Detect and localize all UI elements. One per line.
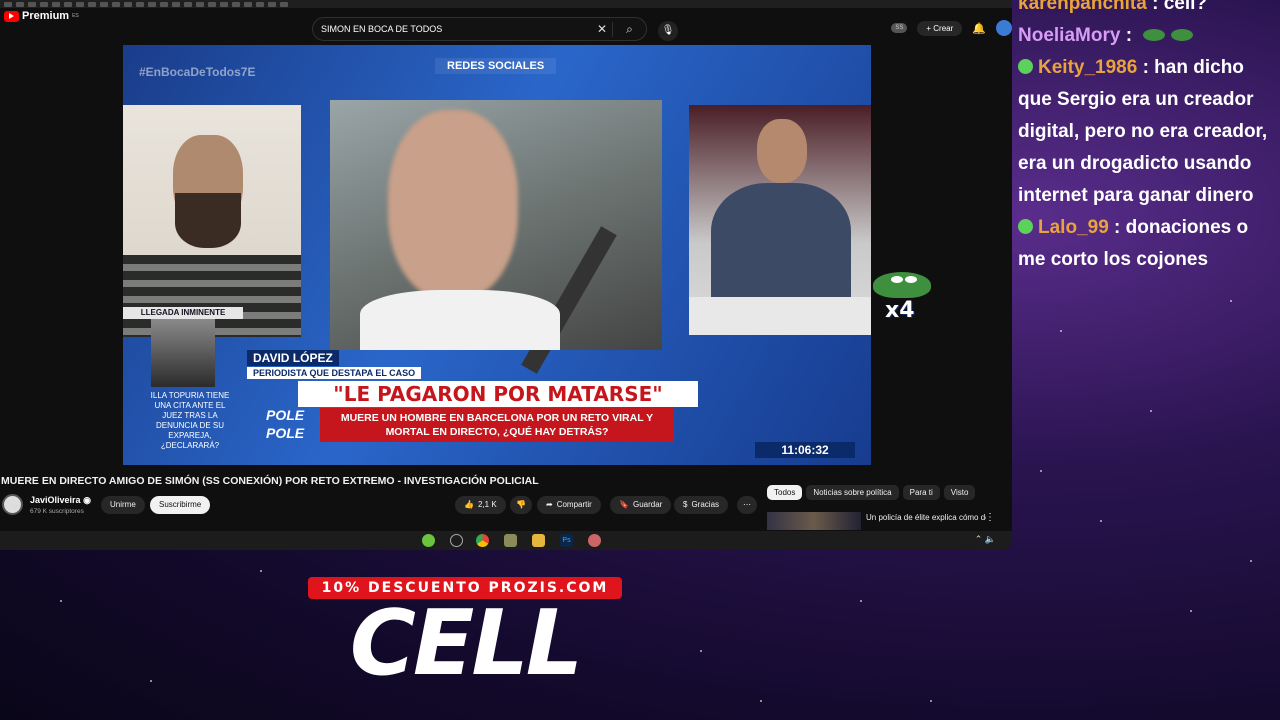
share-icon: ➦ — [546, 500, 553, 509]
youtube-header: SIMON EN BOCA DE TODOS ✕ ⌕ 🎙 SS + Crear … — [0, 12, 1012, 46]
more-actions-icon[interactable]: ⋯ — [737, 496, 757, 514]
stream-chat: karenpanchita : cell? NoeliaMory : Keity… — [1018, 0, 1280, 276]
dislike-button[interactable]: 👎 — [510, 496, 532, 514]
viral-video-panel — [330, 100, 662, 374]
subscriber-badge-icon — [1018, 59, 1033, 74]
broadcast-clock: 11:06:32 — [755, 442, 855, 458]
llegada-text: ILLA TOPURIA TIENE UNA CITA ANTE EL JUEZ… — [150, 391, 230, 450]
guest-name: DAVID LÓPEZ — [247, 350, 339, 366]
video-player[interactable]: #EnBocaDeTodos7E REDES SOCIALES LLEGADA … — [123, 45, 871, 465]
video-hashtag: #EnBocaDeTodos7E — [139, 65, 256, 79]
frog-emote-icon — [1143, 29, 1166, 41]
news-headline: "LE PAGARON POR MATARSE" — [298, 381, 698, 407]
chat-message: karenpanchita : cell? — [1018, 0, 1280, 20]
chat-username[interactable]: karenpanchita — [1018, 0, 1147, 14]
promo-command: CELL — [349, 591, 583, 696]
subscriber-badge-icon — [1018, 219, 1033, 234]
thanks-icon: $ — [683, 500, 688, 509]
recommended-more-icon[interactable]: ⋮ — [985, 512, 995, 523]
emote-multiplier: x4 — [885, 298, 915, 323]
anchor-panel — [689, 105, 871, 335]
chat-text: : han dicho que Sergio era un creador di… — [1018, 57, 1268, 206]
search-box[interactable]: SIMON EN BOCA DE TODOS ✕ ⌕ — [312, 17, 647, 41]
recommended-video[interactable]: Un policía de élite explica cómo detener… — [767, 512, 997, 530]
guest-camera-panel — [123, 105, 301, 337]
chat-text: : — [1125, 25, 1133, 46]
like-button[interactable]: 👍 2,1 K — [455, 496, 506, 514]
share-button[interactable]: ➦ Compartir — [537, 496, 601, 514]
header-badge: SS — [891, 23, 908, 33]
chat-message: Keity_1986 : han dicho que Sergio era un… — [1018, 52, 1280, 212]
related-filter-chips: Todos Noticias sobre política Para ti Vi… — [767, 485, 976, 500]
recommended-thumbnail[interactable] — [767, 512, 861, 530]
thumbs-up-icon: 👍 — [464, 500, 474, 509]
chat-username[interactable]: Lalo_99 — [1038, 217, 1109, 238]
section-label: REDES SOCIALES — [435, 58, 557, 74]
taskbar-app-icon[interactable] — [450, 534, 463, 547]
thanks-button[interactable]: $ Gracias — [674, 496, 729, 514]
channel-avatar[interactable] — [2, 494, 23, 515]
taskbar-app-icon[interactable] — [504, 534, 517, 547]
guest-role: PERIODISTA QUE DESTAPA EL CASO — [247, 367, 422, 379]
recommended-title[interactable]: Un policía de élite explica cómo detener… — [866, 513, 986, 523]
verified-icon: ◉ — [83, 495, 91, 505]
tab-strip[interactable] — [0, 0, 1012, 8]
browser-window: Premium ES SIMON EN BOCA DE TODOS ✕ ⌕ 🎙 … — [0, 0, 1012, 550]
video-title: MUERE EN DIRECTO AMIGO DE SIMÓN (SS CONE… — [1, 475, 539, 487]
search-input[interactable]: SIMON EN BOCA DE TODOS — [321, 24, 592, 34]
pole-text: POLE — [266, 407, 305, 423]
chip-watched[interactable]: Visto — [943, 485, 976, 500]
pole-text-2: POLE — [266, 425, 305, 441]
chip-for-you[interactable]: Para ti — [902, 485, 940, 500]
news-subheadline: MUERE UN HOMBRE EN BARCELONA POR UN RETO… — [320, 408, 674, 442]
bookmark-icon: 🔖 — [619, 500, 629, 509]
search-icon[interactable]: ⌕ — [612, 21, 646, 37]
llegada-label: LLEGADA INMINENTE — [123, 307, 243, 319]
thumbs-down-icon: 👎 — [516, 500, 526, 509]
pepe-emote-icon — [873, 272, 931, 298]
join-button[interactable]: Unirme — [101, 496, 145, 514]
system-tray[interactable]: ⌃ 🔈 — [975, 534, 996, 545]
channel-subscribers: 679 K suscriptores — [30, 508, 84, 515]
channel-name[interactable]: JaviOliveira ◉ — [30, 495, 91, 506]
os-taskbar: Ps ⌃ 🔈 — [0, 531, 1012, 550]
chat-message: NoeliaMory : — [1018, 20, 1280, 52]
account-avatar[interactable] — [996, 20, 1012, 36]
chip-todos[interactable]: Todos — [767, 485, 803, 500]
notifications-bell-icon[interactable]: 🔔 — [972, 22, 986, 35]
save-button[interactable]: 🔖 Guardar — [610, 496, 672, 514]
taskbar-app-icon[interactable] — [588, 534, 601, 547]
chat-username[interactable]: Keity_1986 — [1038, 57, 1137, 78]
llegada-thumbnail — [151, 319, 215, 387]
channel-row: JaviOliveira ◉ 679 K suscriptores Unirme… — [0, 493, 760, 517]
folder-icon[interactable] — [532, 534, 545, 547]
create-button[interactable]: + Crear — [917, 20, 963, 36]
chip-politics[interactable]: Noticias sobre política — [806, 485, 899, 500]
create-label: Crear — [933, 23, 954, 33]
clear-search-icon[interactable]: ✕ — [592, 22, 612, 36]
subscribe-button[interactable]: Suscribirme — [150, 496, 211, 514]
taskbar-app-icon[interactable] — [422, 534, 435, 547]
chat-username[interactable]: NoeliaMory — [1018, 25, 1120, 46]
chat-text: : cell? — [1152, 0, 1208, 14]
microphone-icon[interactable]: 🎙 — [658, 21, 678, 41]
frog-emote-icon — [1171, 29, 1194, 41]
chrome-icon[interactable] — [476, 534, 489, 547]
chat-message: Lalo_99 : donaciones o me corto los cojo… — [1018, 212, 1280, 276]
photoshop-icon[interactable]: Ps — [560, 534, 573, 547]
